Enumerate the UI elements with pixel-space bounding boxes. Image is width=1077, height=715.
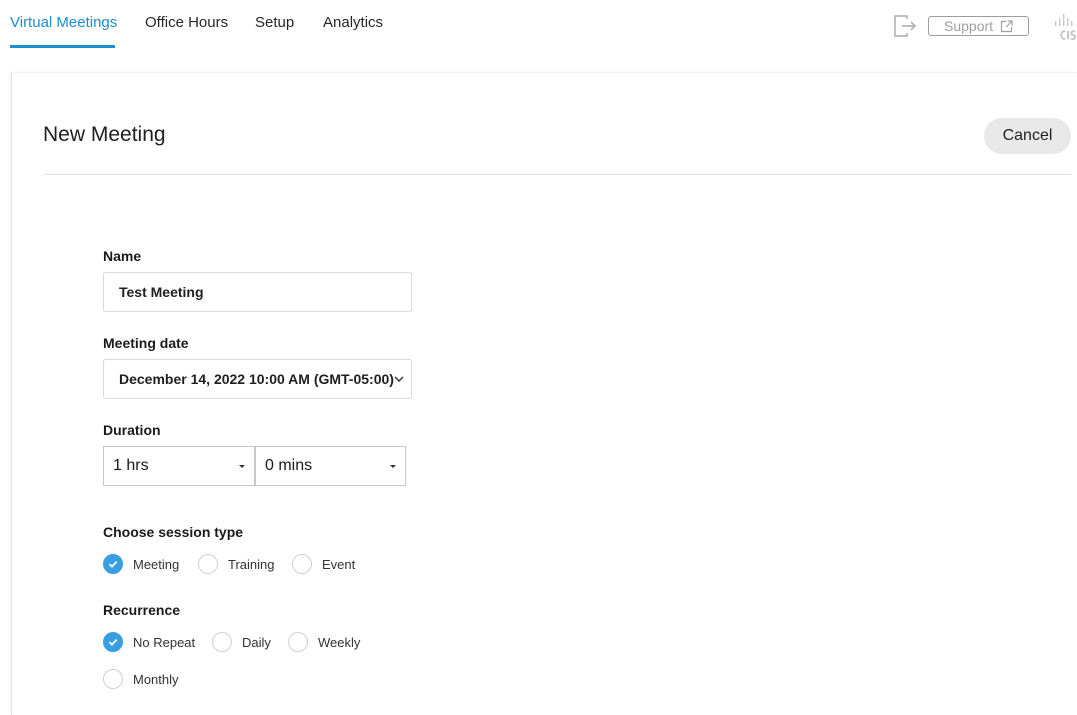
radio-checked-icon	[103, 554, 123, 574]
recurrence-option-no-repeat[interactable]: No Repeat	[103, 632, 195, 652]
tab-office-hours[interactable]: Office Hours	[145, 14, 228, 31]
recurrence-label: Recurrence	[103, 602, 181, 618]
radio-unchecked-icon	[103, 669, 123, 689]
recurrence-option-label: Monthly	[133, 671, 179, 687]
recurrence-option-monthly[interactable]: Monthly	[103, 669, 179, 689]
tab-analytics[interactable]: Analytics	[323, 14, 383, 31]
meeting-date-select[interactable]: December 14, 2022 10:00 AM (GMT-05:00)	[103, 359, 412, 399]
recurrence-option-label: No Repeat	[133, 634, 196, 650]
support-label: Support	[944, 18, 994, 34]
recurrence-option-daily[interactable]: Daily	[212, 632, 271, 652]
caret-down-icon	[239, 465, 245, 468]
session-option-label: Event	[322, 556, 356, 572]
active-tab-indicator	[10, 45, 115, 48]
duration-label: Duration	[103, 422, 161, 438]
radio-checked-icon	[103, 632, 123, 652]
name-input[interactable]: Test Meeting	[103, 272, 412, 312]
radio-unchecked-icon	[288, 632, 308, 652]
tab-virtual-meetings[interactable]: Virtual Meetings	[10, 14, 117, 31]
checkmark-icon	[108, 638, 118, 646]
external-link-icon	[1000, 19, 1013, 32]
duration-minutes-value: 0 mins	[265, 457, 313, 474]
radio-unchecked-icon	[198, 554, 218, 574]
duration-hours-value: 1 hrs	[113, 457, 149, 474]
support-button[interactable]: Support	[928, 16, 1029, 36]
session-option-event[interactable]: Event	[292, 554, 355, 574]
duration-minutes-select[interactable]: 0 mins	[255, 446, 406, 486]
session-type-label: Choose session type	[103, 524, 244, 540]
page-title: New Meeting	[43, 123, 166, 146]
sign-out-icon[interactable]	[893, 14, 917, 38]
name-label: Name	[103, 248, 142, 264]
session-option-label: Training	[228, 556, 275, 572]
session-option-training[interactable]: Training	[198, 554, 274, 574]
session-option-label: Meeting	[133, 556, 180, 572]
radio-unchecked-icon	[212, 632, 232, 652]
meeting-date-label: Meeting date	[103, 335, 189, 351]
meeting-date-value: December 14, 2022 10:00 AM (GMT-05:00)	[119, 371, 394, 387]
header-divider	[43, 174, 1071, 175]
top-nav: Virtual Meetings Office Hours Setup Anal…	[0, 0, 1077, 72]
chevron-down-icon	[394, 376, 404, 382]
recurrence-option-label: Daily	[242, 634, 271, 650]
cancel-button[interactable]: Cancel	[984, 118, 1071, 154]
session-option-meeting[interactable]: Meeting	[103, 554, 179, 574]
name-value: Test Meeting	[119, 284, 204, 300]
caret-down-icon	[390, 465, 396, 468]
radio-unchecked-icon	[292, 554, 312, 574]
recurrence-option-label: Weekly	[318, 634, 361, 650]
cisco-logo-icon	[1055, 14, 1077, 41]
duration-hours-select[interactable]: 1 hrs	[103, 446, 255, 486]
checkmark-icon	[108, 560, 118, 568]
recurrence-option-weekly[interactable]: Weekly	[288, 632, 360, 652]
tab-setup[interactable]: Setup	[255, 14, 294, 31]
